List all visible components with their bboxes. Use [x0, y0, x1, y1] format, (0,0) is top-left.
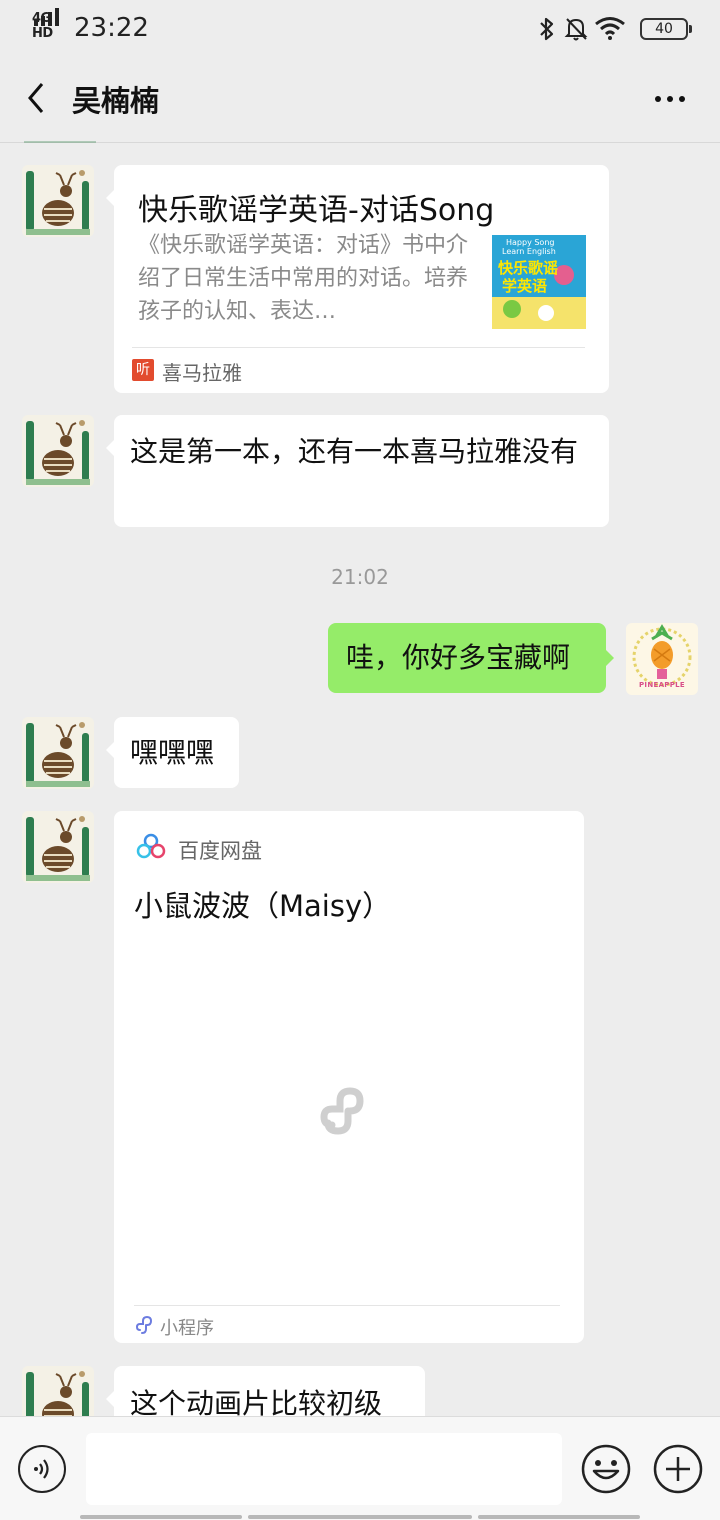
avatar[interactable] [22, 1366, 94, 1416]
avatar[interactable] [22, 415, 94, 487]
divider [132, 347, 585, 348]
mini-program-card[interactable]: 百度网盘 小鼠波波（Maisy） 小程序 [114, 811, 584, 1343]
bluetooth-icon [540, 17, 554, 41]
deer-avatar-icon [22, 717, 94, 789]
link-card-description: 《快乐歌谣学英语：对话》书中介绍了日常生活中常用的对话。培养孩子的认知、表达… [138, 233, 469, 324]
divider [134, 1305, 560, 1306]
message-text: 哇，你好多宝藏啊 [346, 641, 571, 674]
network-indicator: 4G HD [30, 8, 66, 42]
deer-avatar-icon [22, 415, 94, 487]
previous-avatar-edge [24, 141, 96, 143]
mini-program-title: 小鼠波波（Maisy） [134, 889, 392, 923]
message-bubble[interactable]: 这个动画片比较初级 [106, 1366, 425, 1416]
link-card-title: 快乐歌谣学英语-对话Song [138, 193, 495, 228]
battery-icon: 40 [640, 18, 692, 40]
clock: 23:22 [74, 13, 149, 43]
mini-program-source: 百度网盘 [178, 839, 262, 863]
link-card-source: 喜马拉雅 [162, 361, 242, 385]
message-text: 嘿嘿嘿 [130, 736, 215, 769]
link-card[interactable]: 快乐歌谣学英语-对话Song 《快乐歌谣学英语：对话》书中介绍了日常生活中常用的… [106, 165, 609, 393]
message-bubble-self[interactable]: 哇，你好多宝藏啊 [328, 623, 614, 693]
deer-avatar-icon [22, 811, 94, 883]
mute-bell-icon [564, 18, 588, 41]
input-bar [0, 1416, 720, 1520]
timestamp: 21:02 [331, 565, 389, 589]
chat-screen: 4G HD 23:22 [0, 0, 720, 1520]
mini-program-label: 小程序 [160, 1318, 214, 1339]
message-bubble[interactable]: 这是第一本，还有一本喜马拉雅没有 [106, 415, 609, 527]
self-avatar-caption: PINEAPPLE [639, 681, 685, 689]
status-icons: 40 [538, 14, 692, 42]
ximalaya-icon: 听 [132, 359, 154, 381]
chevron-left-icon[interactable] [22, 78, 52, 118]
book-cover-subtitle-2: Learn English [502, 247, 556, 256]
deer-avatar-icon [22, 165, 94, 237]
avatar[interactable] [22, 165, 94, 237]
baidu-netdisk-icon [136, 833, 166, 859]
book-cover-thumbnail: Happy Song Learn English 快乐歌谣 学英语 [492, 235, 586, 329]
message-text: 这是第一本，还有一本喜马拉雅没有 [130, 435, 579, 468]
gesture-bar [80, 1515, 640, 1520]
book-cover-subtitle-1: Happy Song [506, 238, 555, 247]
avatar[interactable] [22, 811, 94, 883]
avatar[interactable] [22, 717, 94, 789]
message-bubble[interactable]: 嘿嘿嘿 [106, 717, 239, 788]
voice-icon[interactable] [18, 1445, 66, 1493]
wifi-icon [595, 17, 625, 40]
message-input[interactable] [86, 1433, 562, 1505]
more-dots-icon[interactable] [650, 84, 690, 114]
emoji-icon[interactable] [580, 1443, 632, 1495]
deer-avatar-icon [22, 1366, 94, 1416]
message-text: 这个动画片比较初级 [130, 1387, 383, 1416]
self-avatar[interactable]: PINEAPPLE [626, 623, 698, 695]
plus-icon[interactable] [652, 1443, 704, 1495]
page-title: 吴楠楠 [72, 84, 160, 118]
mini-program-placeholder-icon [320, 1087, 364, 1135]
battery-level: 40 [655, 21, 673, 37]
chat-header: 吴楠楠 [0, 56, 720, 143]
status-bar: 4G HD 23:22 [0, 0, 720, 56]
book-cover-title-2: 学英语 [502, 277, 548, 295]
mini-program-icon [136, 1315, 153, 1334]
